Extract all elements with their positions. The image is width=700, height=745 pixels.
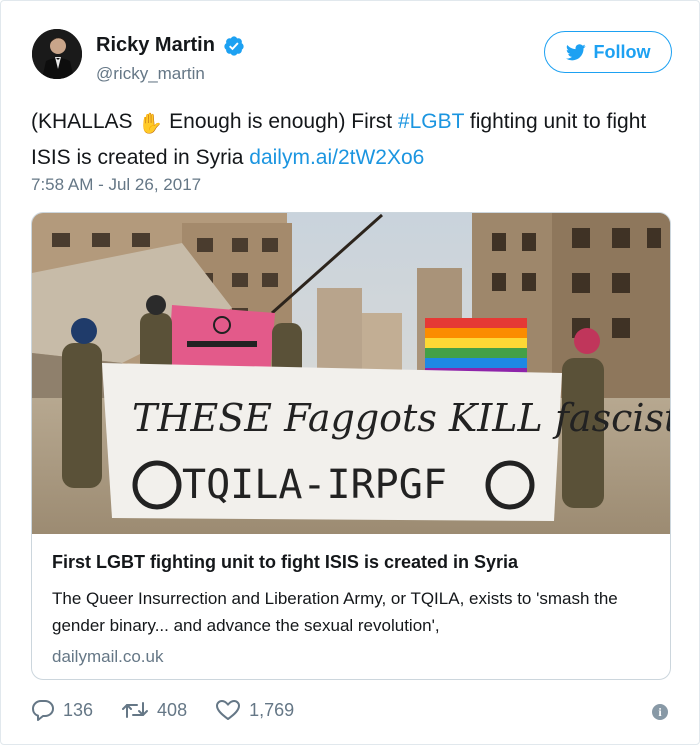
banner-text-top: THESE Faggots KILL fascists <box>132 396 671 440</box>
card-text-block[interactable]: First LGBT fighting unit to fight ISIS i… <box>32 534 670 667</box>
link-preview-card[interactable]: THESE Faggots KILL fascists TQILA-IRPGF … <box>31 212 671 680</box>
follow-label: Follow <box>593 41 651 62</box>
tweet-text-part: (KHALLAS <box>31 110 139 133</box>
raised-hand-emoji: ✋ <box>138 113 164 135</box>
article-photo[interactable]: THESE Faggots KILL fascists TQILA-IRPGF <box>32 213 671 534</box>
retweet-icon <box>122 702 149 718</box>
user-handle[interactable]: @ricky_martin <box>96 64 205 84</box>
reply-count: 136 <box>63 699 94 720</box>
verified-badge-icon <box>224 35 244 56</box>
follow-button[interactable]: Follow <box>544 31 672 73</box>
card-domain: dailymail.co.uk <box>52 647 164 666</box>
display-name[interactable]: Ricky Martin <box>96 34 215 57</box>
banner-text-bottom: TQILA-IRPGF <box>182 462 447 508</box>
info-icon[interactable]: i <box>652 704 668 720</box>
tweet-card: Ricky Martin @ricky_martin Follow (KHALL… <box>0 0 700 745</box>
like-count: 1,769 <box>249 699 295 720</box>
card-description: The Queer Insurrection and Liberation Ar… <box>52 589 618 635</box>
heart-icon <box>216 700 241 720</box>
tweet-text-part: Enough is enough) First <box>163 110 398 133</box>
retweet-count: 408 <box>157 699 188 720</box>
avatar[interactable] <box>32 29 82 79</box>
hashtag-link[interactable]: #LGBT <box>398 110 464 133</box>
reply-icon <box>32 700 54 721</box>
card-title[interactable]: First LGBT fighting unit to fight ISIS i… <box>52 552 652 573</box>
reply-button[interactable]: 136 <box>31 699 93 721</box>
twitter-bird-icon <box>565 43 586 60</box>
action-bar: 136 408 1,769 <box>31 699 322 721</box>
tweet-timestamp[interactable]: 7:58 AM - Jul 26, 2017 <box>31 175 201 195</box>
retweet-button[interactable]: 408 <box>121 700 187 721</box>
like-button[interactable]: 1,769 <box>215 699 294 721</box>
short-url-link[interactable]: dailym.ai/2tW2Xo6 <box>249 146 424 169</box>
avatar-image <box>32 29 82 79</box>
display-name-row[interactable]: Ricky Martin <box>96 34 245 57</box>
tweet-text: (KHALLAS ✋ Enough is enough) First #LGBT… <box>31 105 671 174</box>
